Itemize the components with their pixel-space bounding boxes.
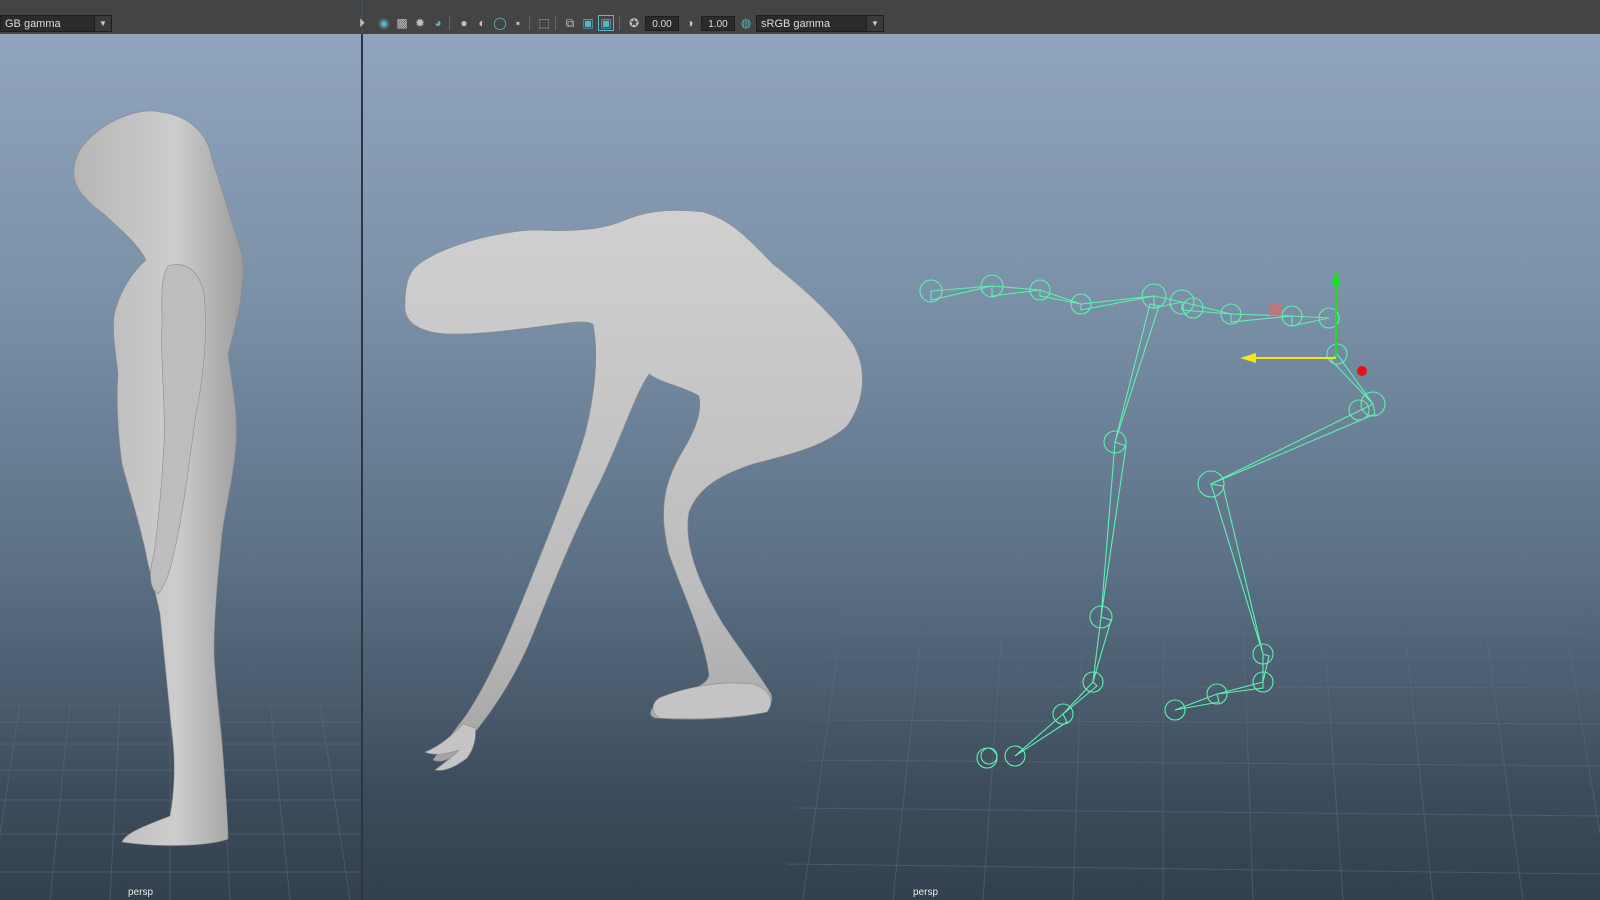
- main-viewport[interactable]: persp: [363, 34, 1600, 900]
- bent-character-mesh[interactable]: [404, 210, 863, 762]
- left-viewport-scene: [0, 110, 361, 900]
- move-x-arrow-icon[interactable]: [1240, 353, 1256, 363]
- textured-icon[interactable]: ◯: [493, 16, 507, 30]
- main-viewport-toolbar: ⏵ ◉ ▩ ✹ ◕ ● ◐ ◯ ▪ ⬚ ⧉ ▣ ▣ ✪ 0.00 ◑ 1.00 …: [359, 0, 1600, 35]
- camera-attributes-icon[interactable]: ⏵: [355, 16, 369, 30]
- toolbar-divider: [619, 16, 620, 30]
- left-viewport-toolbar: GB gamma ▼: [0, 0, 361, 35]
- joint-spheres: [919, 274, 1386, 769]
- selected-joint-marker[interactable]: [1270, 304, 1282, 316]
- safe-action-icon[interactable]: ▣: [598, 15, 614, 31]
- spine-bones: [930, 285, 1330, 327]
- toolbar-divider: [529, 16, 530, 30]
- toolbar-divider: [555, 16, 556, 30]
- move-y-arrow-icon[interactable]: [1331, 270, 1341, 286]
- bent-character-foot-mesh: [652, 682, 772, 720]
- gamma-icon[interactable]: ◑: [683, 16, 697, 30]
- color-management-icon[interactable]: ◍: [739, 16, 753, 30]
- lights-icon[interactable]: ✹: [413, 16, 427, 30]
- chevron-down-icon[interactable]: ▼: [866, 16, 883, 31]
- main-camera-label: persp: [913, 887, 939, 898]
- exposure-field[interactable]: 0.00: [645, 16, 679, 31]
- move-z-handle-icon[interactable]: [1357, 366, 1367, 376]
- isolate-select-icon[interactable]: ◉: [377, 16, 391, 30]
- bent-character-hand-mesh: [424, 723, 476, 771]
- resolution-gate-icon[interactable]: ⧉: [563, 16, 577, 30]
- standing-character-mesh[interactable]: [73, 110, 244, 846]
- smooth-shade-icon[interactable]: ●: [457, 16, 471, 30]
- left-color-space-dropdown[interactable]: GB gamma ▼: [0, 15, 112, 32]
- main-viewport-scene: [404, 210, 1600, 900]
- color-space-dropdown[interactable]: sRGB gamma ▼: [756, 15, 884, 32]
- toolbar-divider: [449, 16, 450, 30]
- left-camera-label: persp: [128, 887, 154, 898]
- left-viewport[interactable]: persp: [0, 34, 361, 900]
- chevron-down-icon[interactable]: ▼: [94, 16, 111, 31]
- ground-grid: [786, 609, 1600, 900]
- wireframe-on-shaded-icon[interactable]: ◐: [475, 16, 489, 30]
- hind-leg-bones: [1174, 353, 1376, 711]
- shadows-icon[interactable]: ◕: [431, 16, 445, 30]
- film-gate-icon[interactable]: ▣: [581, 16, 595, 30]
- use-default-material-icon[interactable]: ▪: [511, 16, 525, 30]
- exposure-icon[interactable]: ✪: [627, 16, 641, 30]
- skeleton-rig[interactable]: [919, 274, 1386, 769]
- xray-icon[interactable]: ▩: [395, 16, 409, 30]
- left-color-space-value: GB gamma: [5, 18, 61, 30]
- front-leg-bones: [1014, 303, 1160, 757]
- color-space-value: sRGB gamma: [761, 18, 831, 30]
- gamma-field[interactable]: 1.00: [701, 16, 735, 31]
- select-camera-icon[interactable]: ⬚: [537, 16, 551, 30]
